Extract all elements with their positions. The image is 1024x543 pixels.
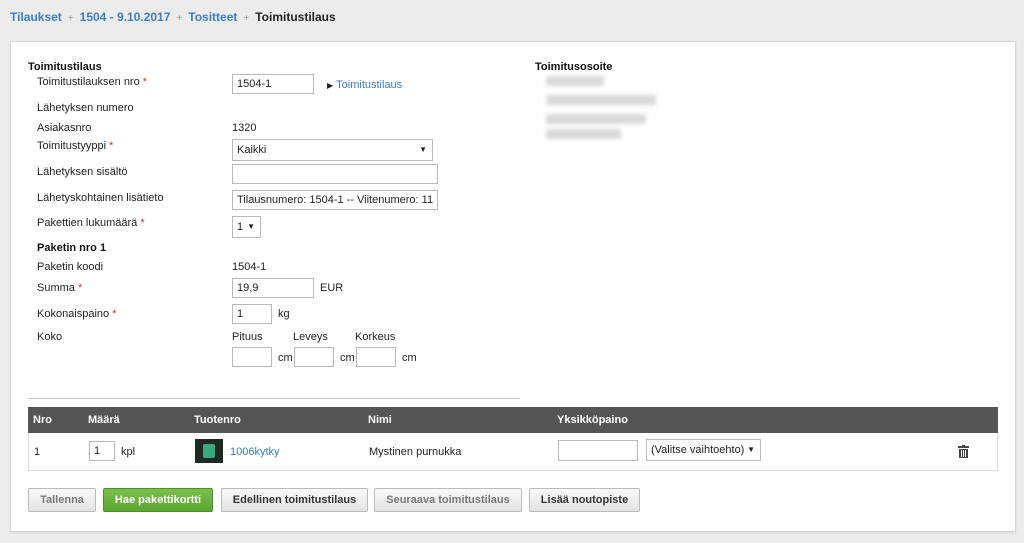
width-input[interactable] xyxy=(294,347,334,367)
breadcrumb-order[interactable]: 1504 - 9.10.2017 xyxy=(80,10,171,24)
row-name: Mystinen purnukka xyxy=(369,446,462,458)
customer-no-label: Asiakasnro xyxy=(37,122,92,134)
get-package-card-button[interactable]: Hae pakettikortti xyxy=(103,488,213,512)
section-title: Toimitustilaus xyxy=(28,61,102,73)
required-mark: * xyxy=(112,308,117,320)
breadcrumb-separator: + xyxy=(243,13,250,24)
table-header: Nro Määrä Tuotenro Nimi Yksikköpaino xyxy=(28,407,998,433)
breadcrumb-separator: + xyxy=(176,13,183,24)
breadcrumb: Tilaukset +1504 - 9.10.2017 + Tositteet + Toi… xyxy=(10,10,336,24)
col-header-unit-weight: Yksikköpaino xyxy=(557,414,628,426)
package-code-label: Paketin koodi xyxy=(37,261,104,273)
package-count-select[interactable]: 1 ▼ xyxy=(232,216,261,238)
package-title: Paketin nro 1 xyxy=(37,242,107,254)
required-mark: * xyxy=(109,140,114,152)
sum-label: Summa * xyxy=(37,282,83,294)
extra-info-label: Lähetyskohtainen lisätieto xyxy=(37,192,164,204)
table-row: 1 kpl 1006kytky Mystinen purnukka (Valit… xyxy=(28,433,998,471)
customer-no-value: 1320 xyxy=(232,122,257,134)
shipment-contents-label: Lähetyksen sisältö xyxy=(37,166,128,178)
add-pickup-point-button[interactable]: Lisää noutopiste xyxy=(529,488,640,512)
save-button[interactable]: Tallenna xyxy=(28,488,96,512)
delivery-type-select[interactable]: Kaikki ▼ xyxy=(232,139,433,161)
shipment-contents-input[interactable] xyxy=(232,164,438,184)
extra-info-input[interactable] xyxy=(232,190,438,210)
col-header-nro: Nro xyxy=(33,414,52,426)
package-count-label: Pakettien lukumäärä * xyxy=(37,217,145,229)
row-nro: 1 xyxy=(34,446,41,458)
breadcrumb-current: Toimitustilaus xyxy=(255,10,336,24)
shipment-no-label: Lähetyksen numero xyxy=(37,102,134,114)
breadcrumb-documents[interactable]: Tositteet xyxy=(188,10,237,24)
package-code-value: 1504-1 xyxy=(232,261,267,273)
row-product-link[interactable]: 1006kytky xyxy=(230,446,280,458)
required-mark: * xyxy=(77,282,83,294)
row-unit-weight-input[interactable] xyxy=(558,440,638,461)
row-option-select[interactable]: (Valitse vaihtoehto) ▼ xyxy=(646,439,761,461)
triangle-right-icon: ▶ xyxy=(327,81,334,90)
length-label: Pituus xyxy=(232,331,263,343)
weight-label: Kokonaispaino * xyxy=(37,308,117,320)
product-thumbnail[interactable] xyxy=(195,439,223,463)
length-input[interactable] xyxy=(232,347,272,367)
trash-icon[interactable] xyxy=(958,445,969,458)
dropdown-arrow-icon: ▼ xyxy=(747,445,755,454)
address-title: Toimitusosoite xyxy=(535,61,613,73)
weight-input[interactable] xyxy=(232,304,272,324)
sum-input[interactable] xyxy=(232,278,314,298)
length-unit: cm xyxy=(278,352,293,364)
row-qty-input[interactable] xyxy=(89,441,115,461)
main-panel: Toimitustilaus Toimitustilauksen nro * ▶… xyxy=(10,41,1016,532)
order-no-label: Toimitustilauksen nro * xyxy=(37,76,148,88)
dropdown-arrow-icon: ▼ xyxy=(247,222,255,231)
height-input[interactable] xyxy=(356,347,396,367)
required-mark: * xyxy=(140,217,145,229)
next-order-button[interactable]: Seuraava toimitustilaus xyxy=(374,488,522,512)
sum-unit: EUR xyxy=(320,282,344,294)
width-unit: cm xyxy=(340,352,355,364)
dropdown-arrow-icon: ▼ xyxy=(419,145,427,154)
form-divider xyxy=(28,398,520,399)
order-no-input[interactable] xyxy=(232,74,314,94)
size-label: Koko xyxy=(37,331,63,343)
col-header-product-no: Tuotenro xyxy=(194,414,241,426)
breadcrumb-separator: + xyxy=(67,13,74,24)
weight-unit: kg xyxy=(278,308,290,320)
height-label: Korkeus xyxy=(355,331,396,343)
required-mark: * xyxy=(142,76,148,88)
col-header-qty: Määrä xyxy=(88,414,120,426)
order-link[interactable]: ▶ Toimitustilaus xyxy=(327,79,402,91)
delivery-type-label: Toimitustyyppi * xyxy=(37,140,114,152)
height-unit: cm xyxy=(402,352,417,364)
col-header-name: Nimi xyxy=(368,414,392,426)
row-unit: kpl xyxy=(121,446,136,458)
width-label: Leveys xyxy=(293,331,328,343)
previous-order-button[interactable]: Edellinen toimitustilaus xyxy=(221,488,368,512)
breadcrumb-orders[interactable]: Tilaukset xyxy=(10,10,62,24)
